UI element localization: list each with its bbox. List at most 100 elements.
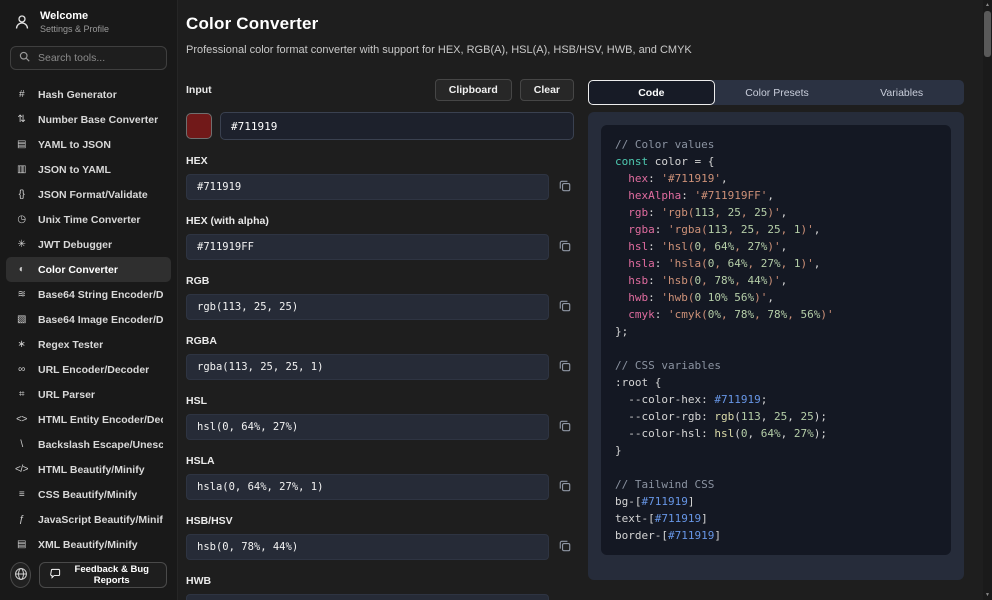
code-line: const color = {: [615, 155, 715, 168]
code-line: rgb: 'rgb(113, 25, 25)',: [628, 206, 788, 219]
sidebar-item-label: Hash Generator: [38, 88, 117, 101]
sidebar-item-css-beautify-minify[interactable]: ≡ CSS Beautify/Minify: [6, 482, 171, 507]
sidebar-item-json-format-validate[interactable]: {} JSON Format/Validate: [6, 182, 171, 207]
code-line: --color-hex: #711919;: [615, 393, 768, 406]
sidebar-item-yaml-to-json[interactable]: ▤ YAML to JSON: [6, 132, 171, 157]
sidebar-item-label: HTML Beautify/Minify: [38, 463, 145, 476]
hex-with-alpha-input[interactable]: [186, 234, 549, 260]
copy-icon: [559, 420, 571, 432]
code-line: --color-hsl: hsl(0, 64%, 27%);: [615, 427, 827, 440]
code-panel: // Color values const color = { hex: '#71…: [588, 112, 964, 580]
clear-button[interactable]: Clear: [519, 79, 574, 101]
globe-button[interactable]: [10, 562, 32, 588]
feedback-button[interactable]: Feedback & Bug Reports: [39, 562, 167, 588]
search-input[interactable]: [36, 51, 158, 65]
input-header: Input Clipboard Clear: [186, 78, 574, 102]
code-line: --color-rgb: rgb(113, 25, 25);: [615, 410, 827, 423]
hsb-hsv-input[interactable]: [186, 534, 549, 560]
js-beautify-icon: ƒ: [18, 514, 25, 525]
converter-section: Input Clipboard Clear HEX HEX (with alpha…: [186, 78, 574, 600]
sidebar-item-url-parser[interactable]: ⌗ URL Parser: [6, 382, 171, 407]
scroll-up-arrow-icon[interactable]: ▲: [983, 2, 992, 8]
hsl-input[interactable]: [186, 414, 549, 440]
field-hex-with-alpha: HEX (with alpha): [186, 215, 574, 260]
sidebar-item-javascript-beautify-minify[interactable]: ƒ JavaScript Beautify/Minify: [6, 507, 171, 532]
field-hsl: HSL: [186, 395, 574, 440]
field-label: HWB: [186, 575, 212, 587]
base64-string-icon: ≋: [17, 289, 26, 300]
copy-button[interactable]: [556, 538, 574, 556]
chat-icon: [50, 568, 61, 582]
hex-input[interactable]: [186, 174, 549, 200]
profile-subtitle: Settings & Profile: [40, 24, 110, 34]
output-tabbar: Code Color Presets Variables: [588, 80, 964, 105]
scroll-down-arrow-icon[interactable]: ▼: [983, 592, 992, 598]
copy-button[interactable]: [556, 418, 574, 436]
sidebar-item-html-entity-encoder-decoder[interactable]: <> HTML Entity Encoder/Decoder: [6, 407, 171, 432]
unix-time-icon: ◷: [17, 214, 26, 225]
copy-button[interactable]: [556, 178, 574, 196]
copy-button[interactable]: [556, 478, 574, 496]
sidebar-item-html-beautify-minify[interactable]: </> HTML Beautify/Minify: [6, 457, 171, 482]
rgba-input[interactable]: [186, 354, 549, 380]
page-scrollbar[interactable]: ▲ ▼: [983, 0, 992, 600]
code-line: hexAlpha: '#711919FF',: [628, 189, 774, 202]
sidebar-item-label: Color Converter: [38, 263, 118, 276]
sidebar-item-color-converter[interactable]: ◐ Color Converter: [6, 257, 171, 282]
color-converter-icon: ◐: [18, 264, 25, 275]
clipboard-button[interactable]: Clipboard: [434, 79, 512, 101]
sidebar-item-label: JavaScript Beautify/Minify: [38, 513, 163, 526]
scrollbar-thumb[interactable]: [984, 11, 991, 57]
code-line: text-[#711919]: [615, 512, 708, 525]
code-line: cmyk: 'cmyk(0%, 78%, 78%, 56%)': [628, 308, 834, 321]
code-line: hwb: 'hwb(0 10% 56%)',: [628, 291, 774, 304]
code-line: bg-[#711919]: [615, 495, 695, 508]
sidebar-item-number-base-converter[interactable]: ⇅ Number Base Converter: [6, 107, 171, 132]
code-line: // Tailwind CSS: [615, 478, 715, 491]
copy-icon: [559, 480, 571, 492]
sidebar-item-backslash-escape-unescape[interactable]: \ Backslash Escape/Unescape: [6, 432, 171, 457]
field-label: HEX: [186, 155, 208, 167]
json-to-yaml-icon: ▥: [17, 164, 26, 175]
copy-button[interactable]: [556, 298, 574, 316]
sidebar-item-url-encoder-decoder[interactable]: ∞ URL Encoder/Decoder: [6, 357, 171, 382]
search-box[interactable]: [10, 46, 167, 70]
code-line: hsla: 'hsla(0, 64%, 27%, 1)',: [628, 257, 821, 270]
tab-code[interactable]: Code: [588, 80, 715, 105]
copy-button[interactable]: [556, 358, 574, 376]
sidebar-item-label: XML Beautify/Minify: [38, 538, 138, 551]
sidebar-item-jwt-debugger[interactable]: ✳ JWT Debugger: [6, 232, 171, 257]
sidebar-footer: Feedback & Bug Reports: [0, 556, 177, 600]
code-line: hsl: 'hsl(0, 64%, 27%)',: [628, 240, 788, 253]
sidebar-item-regex-tester[interactable]: ∗ Regex Tester: [6, 332, 171, 357]
sidebar-item-unix-time-converter[interactable]: ◷ Unix Time Converter: [6, 207, 171, 232]
code-line: hsb: 'hsb(0, 78%, 44%)',: [628, 274, 788, 287]
sidebar-item-label: JSON Format/Validate: [38, 188, 148, 201]
color-input[interactable]: [220, 112, 574, 140]
feedback-label: Feedback & Bug Reports: [74, 564, 149, 586]
sidebar-item-json-to-yaml[interactable]: ▥ JSON to YAML: [6, 157, 171, 182]
tab-color-presets[interactable]: Color Presets: [715, 80, 840, 105]
profile-button[interactable]: Welcome Settings & Profile: [0, 0, 177, 40]
field-label: HSLA: [186, 455, 215, 467]
input-actions: Clipboard Clear: [434, 79, 574, 101]
color-swatch[interactable]: [186, 113, 212, 139]
tab-variables[interactable]: Variables: [839, 80, 964, 105]
copy-button[interactable]: [556, 238, 574, 256]
sidebar-item-hash-generator[interactable]: # Hash Generator: [6, 82, 171, 107]
hwb-input[interactable]: [186, 594, 549, 600]
globe-icon: [14, 567, 28, 584]
code-line: border-[#711919]: [615, 529, 721, 542]
sidebar-item-base64-image-encoder-decoder[interactable]: ▧ Base64 Image Encoder/Decoder: [6, 307, 171, 332]
sidebar-item-xml-beautify-minify[interactable]: ▤ XML Beautify/Minify: [6, 532, 171, 556]
hsla-input[interactable]: [186, 474, 549, 500]
color-input-row: [186, 112, 574, 140]
sidebar-item-base64-string-encoder-decoder[interactable]: ≋ Base64 String Encoder/Decoder: [6, 282, 171, 307]
rgb-input[interactable]: [186, 294, 549, 320]
regex-icon: ∗: [17, 339, 26, 350]
sidebar-item-label: Regex Tester: [38, 338, 104, 351]
code-line: }: [615, 444, 622, 457]
conversion-fields: HEX HEX (with alpha) RGB RGBA HSL HSLA HSB/HSV…: [186, 155, 574, 600]
